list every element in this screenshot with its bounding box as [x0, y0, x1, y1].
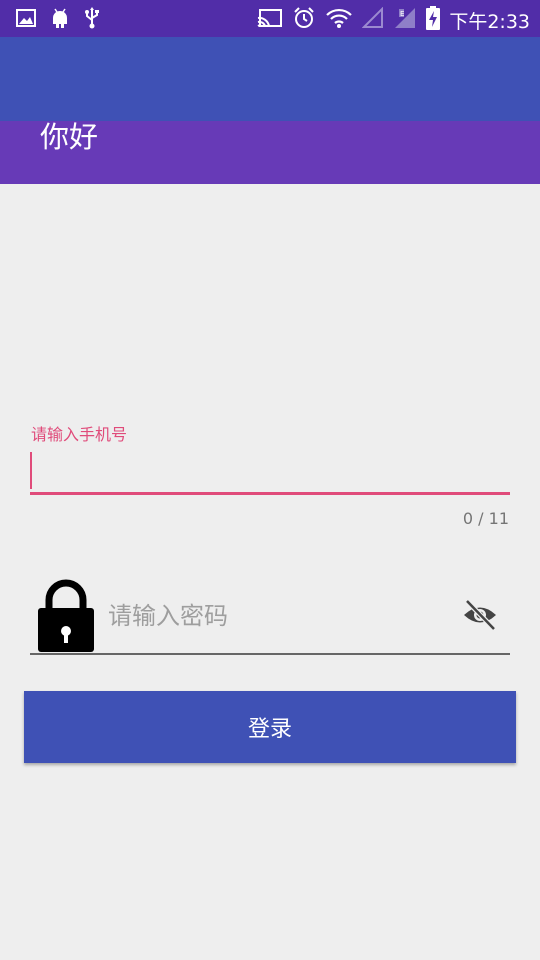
- eye-off-icon[interactable]: [461, 596, 499, 634]
- login-button[interactable]: 登录: [24, 691, 516, 763]
- image-icon: [16, 8, 36, 32]
- status-bar: E 下午2:33: [0, 0, 540, 37]
- signal-icon: E: [393, 6, 417, 34]
- lock-icon: [36, 578, 96, 652]
- login-button-label: 登录: [247, 717, 292, 742]
- password-field[interactable]: 请输入密码: [30, 574, 510, 655]
- toolbar: [0, 37, 540, 121]
- battery-charging-icon: [426, 6, 441, 34]
- password-input-underline: [30, 653, 510, 655]
- phone-input-underline: [30, 492, 510, 495]
- phone-field-label: 请输入手机号: [31, 425, 128, 444]
- phone-input[interactable]: [30, 448, 510, 495]
- wifi-icon: [325, 7, 353, 33]
- svg-text:E: E: [400, 10, 404, 18]
- cast-icon: [257, 8, 283, 32]
- header-band: 你好: [0, 121, 540, 184]
- password-input[interactable]: 请输入密码: [108, 596, 228, 631]
- usb-icon: [84, 7, 100, 33]
- text-cursor: [30, 452, 32, 489]
- status-bar-left-icons: [16, 7, 100, 33]
- android-debug-icon: [50, 7, 70, 33]
- status-bar-time: 下午2:33: [449, 10, 530, 33]
- status-bar-right-icons: E 下午2:33: [257, 6, 530, 34]
- signal-empty-icon: [361, 6, 384, 33]
- greeting-title: 你好: [40, 120, 99, 154]
- phone-character-counter: 0 / 11: [462, 509, 509, 528]
- alarm-icon: [292, 6, 316, 34]
